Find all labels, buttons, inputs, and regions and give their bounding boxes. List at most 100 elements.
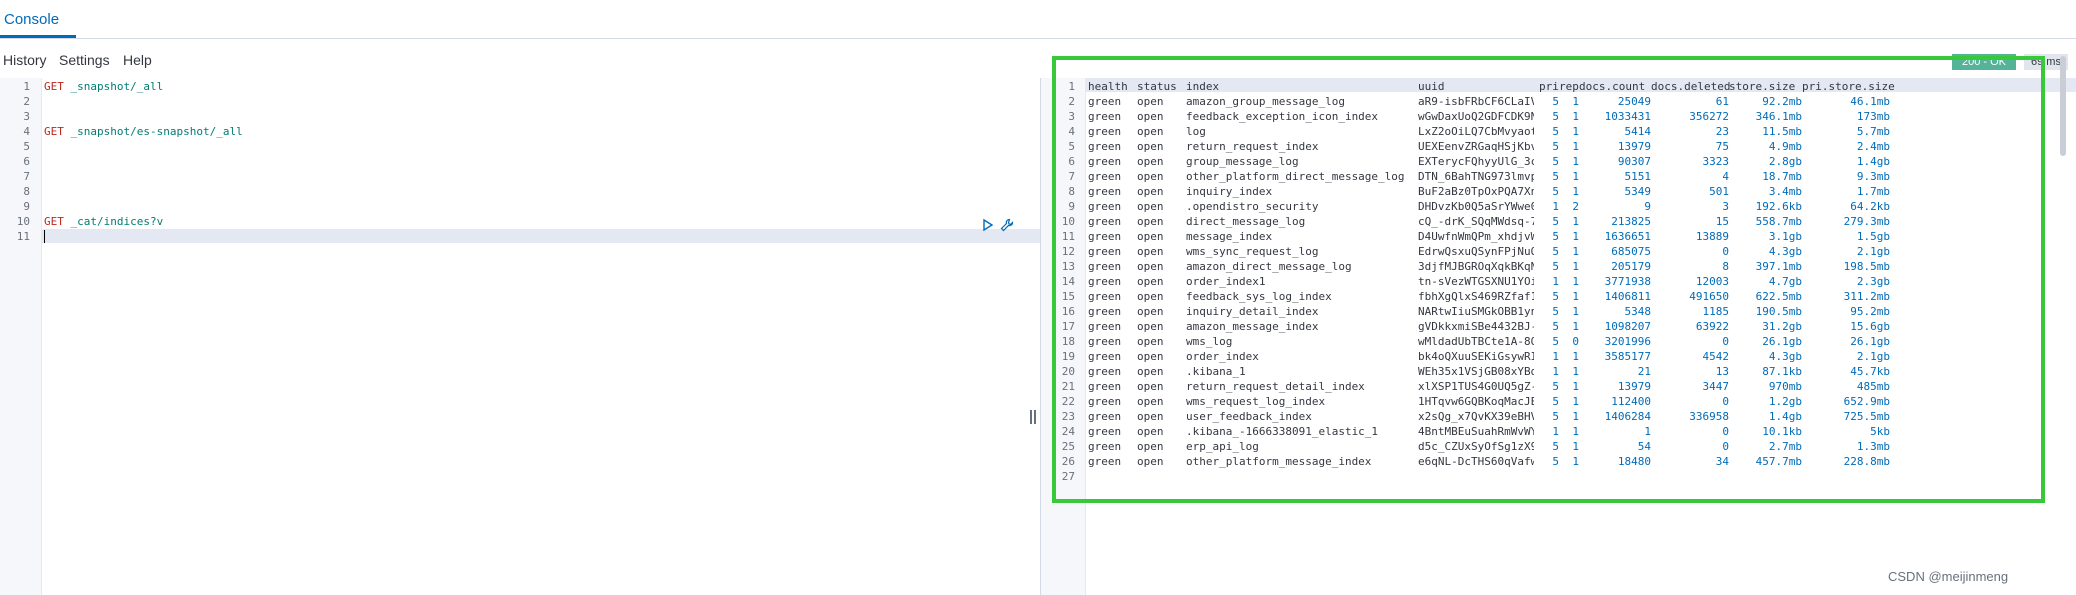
cell-pri-store-size: 15.6gb bbox=[1850, 320, 1890, 333]
cell-uuid: EdrwQsxuQSynFPjNuO_bHQ bbox=[1418, 245, 1534, 258]
cell-pri-store-size: 2.3gb bbox=[1856, 275, 1890, 288]
line-number: 18 bbox=[1061, 335, 1075, 348]
cell-rep: 1 bbox=[1572, 140, 1579, 153]
cell-docs-deleted: 23 bbox=[1715, 125, 1729, 138]
cell-status: open bbox=[1137, 410, 1164, 423]
cell-pri-store-size: 95.2mb bbox=[1850, 305, 1890, 318]
cell-rep: 1 bbox=[1572, 395, 1579, 408]
cell-health: green bbox=[1088, 140, 1122, 153]
line-number: 26 bbox=[1061, 455, 1075, 468]
cell-store-size: 4.7gb bbox=[1768, 275, 1802, 288]
cell-store-size: 4.9mb bbox=[1768, 140, 1802, 153]
cell-health: green bbox=[1088, 410, 1122, 423]
cell-docs-deleted: 0 bbox=[1722, 335, 1729, 348]
cell-health: green bbox=[1088, 185, 1122, 198]
cell-docs-count: 5414 bbox=[1624, 125, 1652, 138]
tab-console[interactable]: Console bbox=[4, 11, 59, 28]
cell-status: open bbox=[1137, 290, 1164, 303]
line-number: 11 bbox=[16, 230, 30, 243]
cell-docs-count: 112400 bbox=[1611, 395, 1651, 408]
cell-docs-deleted: 34 bbox=[1715, 455, 1729, 468]
cell-docs-deleted: 13 bbox=[1715, 365, 1729, 378]
cell-status: open bbox=[1137, 425, 1164, 438]
cell-store-size: 92.2mb bbox=[1762, 95, 1802, 108]
cell-rep: 1 bbox=[1572, 305, 1579, 318]
output-scrollbar[interactable] bbox=[2060, 56, 2066, 156]
cell-pri: 1 bbox=[1552, 425, 1559, 438]
cell-pri-store-size: 279.3mb bbox=[1843, 215, 1890, 228]
column-header-rep: rep bbox=[1559, 80, 1579, 93]
cell-rep: 1 bbox=[1572, 290, 1579, 303]
cell-status: open bbox=[1137, 365, 1164, 378]
cell-health: green bbox=[1088, 320, 1122, 333]
cell-pri-store-size: 5kb bbox=[1870, 425, 1890, 438]
cell-pri: 5 bbox=[1552, 155, 1559, 168]
cell-index: order_index1 bbox=[1186, 275, 1266, 288]
cell-rep: 1 bbox=[1572, 95, 1579, 108]
cell-uuid: gVDkkxmiSBe4432BJ-J5Zg bbox=[1418, 320, 1534, 333]
play-icon[interactable] bbox=[981, 218, 995, 232]
settings-menu-item[interactable]: Settings bbox=[59, 52, 110, 68]
cell-pri: 5 bbox=[1552, 440, 1559, 453]
line-number: 6 bbox=[1068, 155, 1075, 168]
cell-rep: 1 bbox=[1572, 215, 1579, 228]
panel-resizer-handle[interactable] bbox=[1030, 410, 1038, 424]
request-editor[interactable]: 1 2 3 4 5 6 7 8 9 10 11 GET _snapshot/_a… bbox=[0, 78, 1040, 595]
cell-store-size: 11.5mb bbox=[1762, 125, 1802, 138]
cell-rep: 1 bbox=[1572, 440, 1579, 453]
cell-status: open bbox=[1137, 260, 1164, 273]
cell-pri: 5 bbox=[1552, 110, 1559, 123]
cell-store-size: 4.3gb bbox=[1768, 245, 1802, 258]
request-line[interactable]: GET _snapshot/es-snapshot/_all bbox=[44, 125, 243, 138]
cell-store-size: 558.7mb bbox=[1755, 215, 1802, 228]
cell-rep: 1 bbox=[1572, 365, 1579, 378]
response-output[interactable]: 1 2 3 4 5 6 7 8 9 10 11 12 13 14 15 16 17 18 19 20 21 22 23 24 2… bbox=[1041, 78, 2076, 595]
cell-status: open bbox=[1137, 215, 1164, 228]
line-number: 19 bbox=[1061, 350, 1075, 363]
cell-index: erp_api_log bbox=[1186, 440, 1259, 453]
line-number: 20 bbox=[1061, 365, 1075, 378]
cell-docs-deleted: 8 bbox=[1722, 260, 1729, 273]
cell-pri: 1 bbox=[1552, 275, 1559, 288]
cell-docs-count: 685075 bbox=[1611, 245, 1651, 258]
cell-index: amazon_direct_message_log bbox=[1186, 260, 1352, 273]
cell-index: other_platform_direct_message_log bbox=[1186, 170, 1405, 183]
cell-pri: 5 bbox=[1552, 305, 1559, 318]
wrench-icon[interactable] bbox=[999, 217, 1015, 233]
cell-pri: 5 bbox=[1552, 185, 1559, 198]
line-number: 8 bbox=[1068, 185, 1075, 198]
cell-docs-count: 5348 bbox=[1624, 305, 1652, 318]
cell-store-size: 1.2gb bbox=[1768, 395, 1802, 408]
cell-pri: 5 bbox=[1552, 125, 1559, 138]
cell-pri-store-size: 1.4gb bbox=[1856, 155, 1890, 168]
line-number: 11 bbox=[1061, 230, 1075, 243]
column-header-pri: pri bbox=[1539, 80, 1559, 93]
cell-rep: 1 bbox=[1572, 380, 1579, 393]
cell-docs-deleted: 336958 bbox=[1689, 410, 1729, 423]
cell-store-size: 10.1kb bbox=[1762, 425, 1802, 438]
cell-rep: 1 bbox=[1572, 230, 1579, 243]
cell-docs-count: 5349 bbox=[1624, 185, 1652, 198]
cell-pri-store-size: 64.2kb bbox=[1850, 200, 1890, 213]
history-menu-item[interactable]: History bbox=[3, 52, 47, 68]
cell-store-size: 397.1mb bbox=[1755, 260, 1802, 273]
cell-docs-deleted: 3447 bbox=[1702, 380, 1730, 393]
help-menu-item[interactable]: Help bbox=[123, 52, 152, 68]
cell-uuid: DHDvzKb0Q5aSrYWwe0bA3A bbox=[1418, 200, 1534, 213]
cell-health: green bbox=[1088, 425, 1122, 438]
line-number: 6 bbox=[23, 155, 30, 168]
cell-pri-store-size: 1.5gb bbox=[1856, 230, 1890, 243]
cell-store-size: 346.1mb bbox=[1755, 110, 1802, 123]
request-line[interactable]: GET _cat/indices?v bbox=[44, 215, 163, 228]
cell-store-size: 970mb bbox=[1768, 380, 1802, 393]
request-method: GET bbox=[44, 125, 64, 138]
cell-index: return_request_detail_index bbox=[1186, 380, 1365, 393]
cell-pri-store-size: 9.3mb bbox=[1856, 170, 1890, 183]
line-number: 1 bbox=[1068, 80, 1075, 93]
cell-index: order_index bbox=[1186, 350, 1259, 363]
request-method: GET bbox=[44, 80, 64, 93]
cell-docs-deleted: 0 bbox=[1722, 425, 1729, 438]
cell-rep: 1 bbox=[1572, 410, 1579, 423]
cell-docs-count: 13979 bbox=[1617, 380, 1651, 393]
request-line[interactable]: GET _snapshot/_all bbox=[44, 80, 163, 93]
